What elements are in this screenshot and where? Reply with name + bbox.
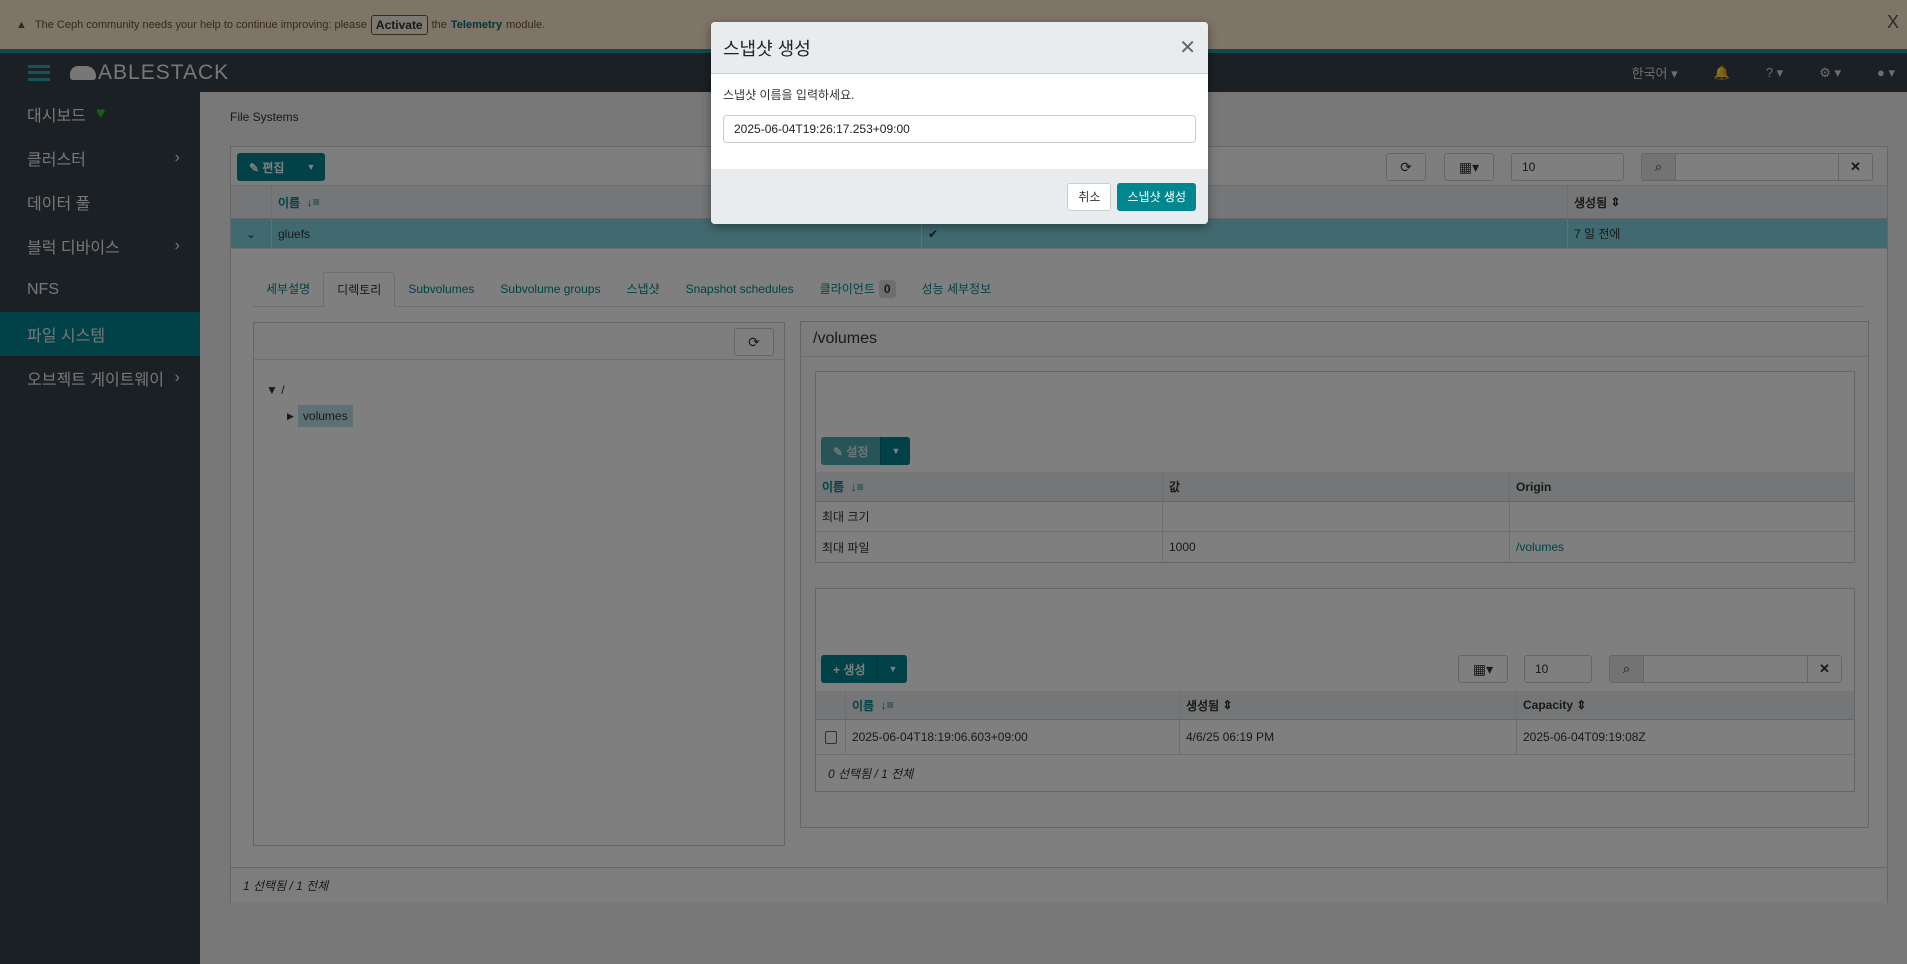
modal-header: 스냅샷 생성 ✕: [711, 22, 1208, 74]
modal-title: 스냅샷 생성: [723, 38, 811, 59]
cancel-button[interactable]: 취소: [1067, 182, 1112, 211]
create-snapshot-modal: 스냅샷 생성 ✕ 스냅샷 이름을 입력하세요. 2025-06-04T19:26:…: [711, 22, 1208, 224]
modal-body: 스냅샷 이름을 입력하세요. 2025-06-04T19:26:17.253+0…: [711, 74, 1208, 169]
snapshot-name-input[interactable]: 2025-06-04T19:26:17.253+09:00: [723, 115, 1196, 143]
create-snapshot-submit-button[interactable]: 스냅샷 생성: [1117, 182, 1196, 211]
snapshot-name-label: 스냅샷 이름을 입력하세요.: [723, 88, 855, 102]
modal-footer: 취소 스냅샷 생성: [711, 169, 1208, 224]
close-icon[interactable]: ✕: [1179, 35, 1196, 60]
